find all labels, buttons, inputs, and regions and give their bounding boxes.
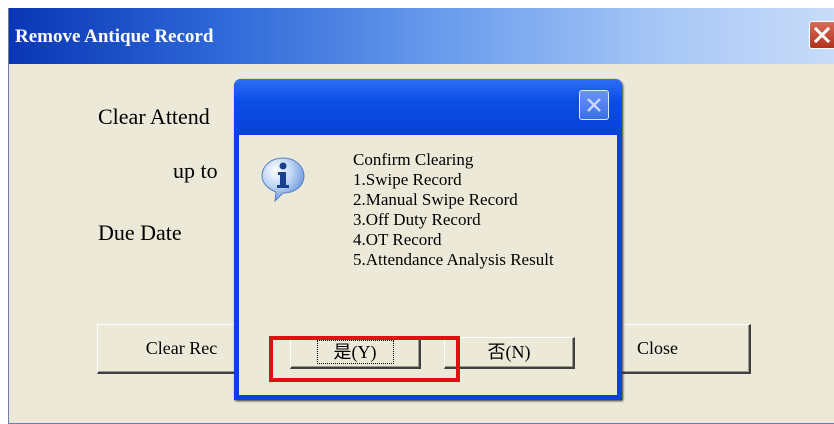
window-titlebar[interactable]: Remove Antique Record — [9, 8, 834, 64]
message-line: 4.OT Record — [353, 230, 442, 249]
dialog-message: Confirm Clearing 1.Swipe Record 2.Manual… — [353, 150, 554, 270]
due-date-label: Due Date — [98, 220, 182, 245]
window-title: Remove Antique Record — [15, 26, 214, 47]
close-icon — [813, 26, 831, 44]
window-close-button[interactable] — [809, 21, 834, 49]
clear-attendance-label: Clear Attend — [98, 104, 210, 129]
no-label: 否(N) — [487, 342, 531, 362]
dialog-titlebar[interactable] — [234, 79, 622, 135]
clear-records-label: Clear Rec — [145, 338, 218, 358]
no-button[interactable]: 否(N) — [444, 337, 575, 369]
message-line: 3.Off Duty Record — [353, 210, 481, 229]
highlight-box — [269, 336, 460, 382]
close-icon — [587, 98, 601, 112]
dialog-close-button[interactable] — [579, 90, 609, 120]
message-line: 2.Manual Swipe Record — [353, 190, 518, 209]
message-line: Confirm Clearing — [353, 150, 474, 169]
close-label: Close — [637, 338, 679, 358]
info-icon — [261, 157, 305, 203]
up-to-label: up to — [173, 158, 218, 183]
message-line: 5.Attendance Analysis Result — [353, 250, 554, 269]
message-line: 1.Swipe Record — [353, 170, 462, 189]
close-button[interactable]: Close — [614, 324, 751, 374]
